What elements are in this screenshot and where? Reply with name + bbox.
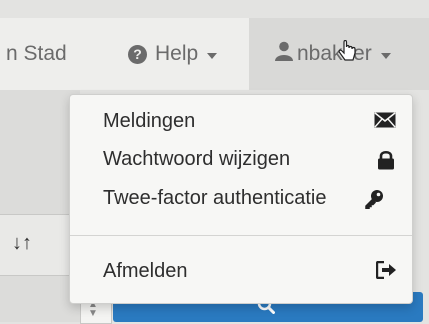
menu-item-logout[interactable]: Afmelden [70, 253, 412, 289]
menu-item-notifications[interactable]: Meldingen [70, 103, 412, 139]
nav-location-label: n Stad [6, 42, 67, 65]
user-label: nbakker [297, 42, 372, 65]
menu-item-two-factor[interactable]: Twee-factor authenticatie [70, 180, 412, 216]
question-circle-icon: ? [128, 44, 147, 64]
envelope-icon [374, 112, 396, 133]
menu-item-change-password[interactable]: Wachtwoord wijzigen [70, 141, 412, 177]
lock-icon [377, 150, 395, 175]
key-icon [364, 189, 384, 214]
chevron-down-icon [207, 52, 218, 59]
sort-icon: ↓↑ [12, 232, 32, 254]
background-panel [0, 90, 80, 322]
top-navbar: n Stad ? Help nbakker [0, 18, 429, 90]
user-dropdown-menu: Meldingen Wachtwoord wijzigen Twee-facto… [69, 94, 413, 304]
help-label: Help [155, 42, 199, 65]
menu-item-label: Afmelden [103, 259, 188, 282]
user-icon [275, 41, 293, 67]
sign-out-icon [375, 260, 398, 284]
menu-divider [70, 235, 412, 236]
menu-item-label: Wachtwoord wijzigen [103, 147, 291, 170]
nav-location-link[interactable]: n Stad [6, 18, 67, 90]
help-menu-toggle[interactable]: ? Help [128, 18, 218, 90]
menu-item-label: Twee-factor authenticatie [103, 186, 327, 209]
chevron-down-icon [380, 52, 391, 59]
menu-item-label: Meldingen [103, 109, 196, 132]
hand-cursor-icon [337, 39, 357, 71]
